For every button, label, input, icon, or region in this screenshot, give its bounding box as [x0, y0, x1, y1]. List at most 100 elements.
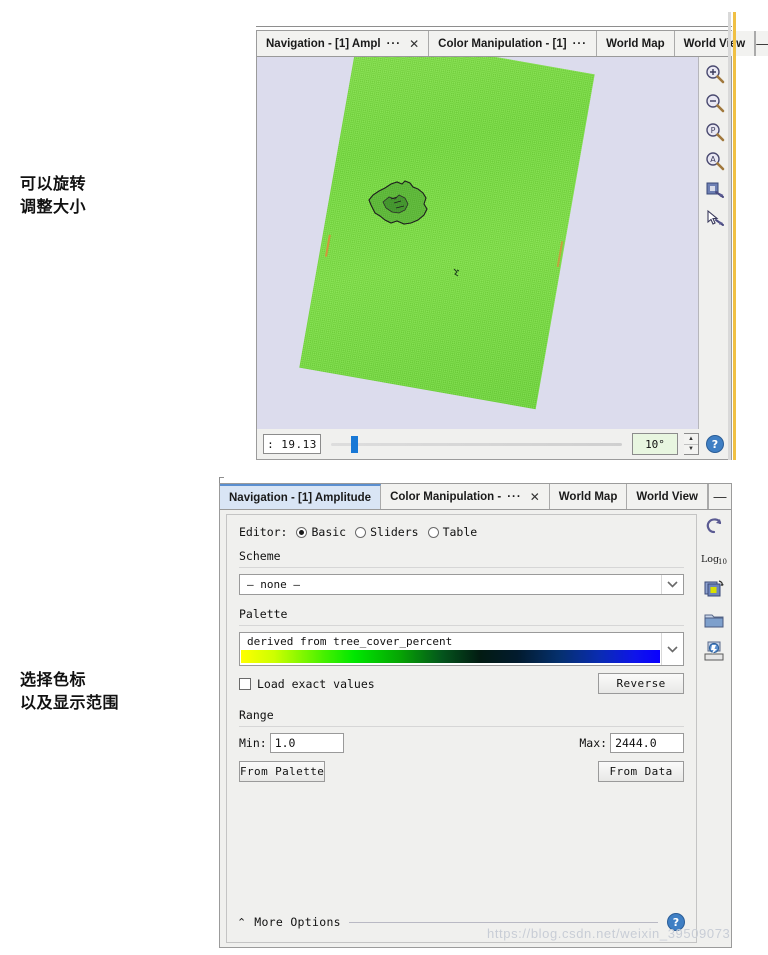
svg-text:Log: Log	[701, 554, 719, 565]
tab-label: Navigation - [1] Amplitude	[229, 491, 372, 504]
group-divider	[239, 567, 685, 568]
tab-world-map[interactable]: World Map	[597, 31, 675, 56]
watermark-text: https://blog.csdn.net/weixin_39509073	[487, 926, 731, 941]
palette-gradient-preview	[241, 650, 661, 663]
editor-label: Editor:	[239, 525, 288, 539]
more-options-label: More Options	[254, 915, 341, 929]
tab-world-map[interactable]: World Map	[549, 484, 628, 509]
tab-label: Navigation - [1] Ampl	[266, 37, 381, 50]
image-viewer-body: P A	[257, 57, 731, 429]
editor-option-basic[interactable]: Basic	[296, 525, 346, 539]
color-panel-side-toolbar: Log 10	[697, 510, 731, 947]
tab-color-manipulation[interactable]: Color Manipulation - ··· ✕	[381, 484, 550, 509]
range-group: Range Min: 1.0 Max: 2444.0 From Palette …	[239, 708, 685, 782]
load-exact-values-checkbox[interactable]: Load exact values	[239, 677, 375, 691]
save-icon[interactable]	[703, 640, 725, 662]
tab-label: World Map	[606, 37, 665, 50]
more-options-divider	[348, 921, 659, 923]
reverse-button[interactable]: Reverse	[598, 673, 685, 694]
range-min-pair: Min: 1.0	[239, 733, 344, 753]
minimize-button[interactable]: —	[708, 484, 731, 509]
help-icon[interactable]: ?	[705, 434, 725, 454]
open-folder-icon[interactable]	[703, 609, 725, 631]
load-exact-values-label: Load exact values	[257, 676, 375, 691]
close-icon[interactable]: ✕	[530, 490, 540, 504]
from-palette-button[interactable]: From Palette	[239, 761, 326, 782]
palette-group-title: Palette	[239, 607, 288, 621]
zoom-slider-thumb[interactable]	[351, 436, 358, 453]
tab-navigation-amplitude[interactable]: Navigation - [1] Ampl ··· ✕	[257, 31, 430, 56]
tab-color-manipulation[interactable]: Color Manipulation - [1] ···	[429, 31, 598, 56]
editor-option-label: Basic	[311, 525, 347, 539]
log10-icon[interactable]: Log 10	[701, 547, 727, 569]
from-data-button[interactable]: From Data	[598, 761, 685, 782]
chevron-up-icon[interactable]: ⌃	[237, 916, 246, 929]
tab-navigation-amplitude[interactable]: Navigation - [1] Amplitude	[220, 484, 382, 509]
color-editor-form: Editor: Basic Sliders Table Scheme — non…	[226, 514, 698, 943]
editor-option-label: Table	[442, 525, 478, 539]
zoom-all-icon[interactable]: A	[704, 150, 726, 172]
tab-label: World Map	[558, 490, 618, 503]
select-cursor-icon[interactable]	[704, 208, 726, 230]
image-viewer-panel: Navigation - [1] Ampl ··· ✕ Color Manipu…	[256, 30, 768, 460]
palette-actions-row: Load exact values Reverse	[239, 673, 685, 694]
zoom-ratio-field[interactable]: : 19.13	[263, 434, 321, 454]
editor-option-table[interactable]: Table	[427, 525, 478, 539]
image-viewer-toolbar: P A	[699, 57, 731, 429]
editor-option-sliders[interactable]: Sliders	[355, 525, 419, 539]
palette-group: Palette derived from tree_cover_percent	[239, 607, 685, 694]
tab-world-view[interactable]: World View	[674, 31, 756, 56]
polygon-overlay	[368, 180, 428, 225]
zoom-pixel-icon[interactable]: P	[704, 121, 726, 143]
svg-text:A: A	[710, 155, 716, 164]
svg-text:?: ?	[712, 438, 718, 451]
color-panel-body: Editor: Basic Sliders Table Scheme — non…	[220, 510, 731, 947]
editor-mode-row: Editor: Basic Sliders Table	[239, 525, 684, 539]
range-fields-row: Min: 1.0 Max: 2444.0	[239, 733, 685, 753]
palette-dropdown[interactable]: derived from tree_cover_percent	[239, 632, 685, 666]
stepper-up-icon[interactable]: ▲	[684, 434, 698, 445]
range-max-label: Max:	[579, 736, 608, 750]
tab-overflow-ellipsis: ···	[386, 37, 402, 50]
apply-multiple-icon[interactable]	[703, 578, 725, 600]
tab-label: Color Manipulation - [1]	[438, 37, 567, 50]
stepper-down-icon[interactable]: ▼	[684, 445, 698, 455]
tab-label: Color Manipulation -	[390, 490, 502, 503]
window-edge-shadow	[728, 12, 731, 460]
range-min-input[interactable]: 1.0	[269, 733, 344, 753]
tab-overflow-ellipsis: ···	[572, 37, 588, 50]
image-canvas[interactable]	[257, 57, 699, 429]
sync-view-icon[interactable]	[704, 179, 726, 201]
tab-overflow-ellipsis: ···	[507, 490, 522, 503]
zoom-in-icon[interactable]	[704, 63, 726, 85]
zoom-slider-track	[331, 443, 622, 446]
rotation-angle-stepper[interactable]: ▲ ▼	[684, 433, 699, 455]
image-panel-tabbar: Navigation - [1] Ampl ··· ✕ Color Manipu…	[257, 31, 768, 57]
raster-scene	[299, 57, 595, 410]
minimize-button[interactable]: —	[756, 31, 768, 56]
rotation-angle-field[interactable]: 10°	[632, 433, 678, 455]
raster-edge-artifact	[556, 241, 564, 268]
scheme-value: — none —	[247, 578, 300, 591]
zoom-out-icon[interactable]	[704, 92, 726, 114]
range-max-input[interactable]: 2444.0	[610, 733, 685, 753]
window-edge-accent	[733, 12, 736, 460]
chevron-down-icon[interactable]	[661, 575, 683, 594]
group-divider	[239, 726, 685, 727]
svg-text:10: 10	[718, 558, 727, 565]
tab-label: World View	[636, 490, 698, 503]
chevron-down-icon[interactable]	[661, 633, 683, 665]
checkbox-icon	[239, 677, 251, 690]
reset-icon[interactable]	[703, 516, 725, 538]
zoom-slider[interactable]	[327, 434, 626, 454]
scheme-group-title: Scheme	[239, 549, 281, 563]
tab-world-view[interactable]: World View	[627, 484, 708, 509]
annotation-select-palette-range: 选择色标 以及显示范围	[20, 670, 120, 713]
group-divider	[239, 625, 685, 626]
range-min-label: Min:	[239, 736, 267, 750]
window-top-divider	[256, 26, 732, 27]
close-icon[interactable]: ✕	[409, 37, 419, 51]
scheme-dropdown[interactable]: — none —	[239, 574, 685, 595]
radio-dot-icon	[355, 526, 367, 538]
image-viewer-footer: : 19.13 10° ▲ ▼ ?	[257, 429, 731, 459]
